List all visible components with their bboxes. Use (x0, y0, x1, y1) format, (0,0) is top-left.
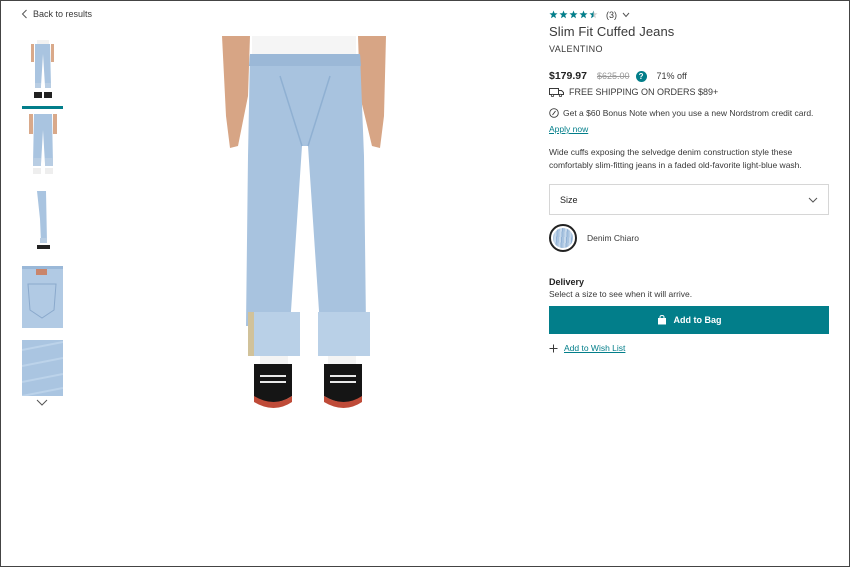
size-dropdown[interactable]: Size (549, 184, 829, 215)
rating-count: (3) (606, 9, 617, 20)
size-label: Size (560, 194, 578, 205)
product-brand[interactable]: VALENTINO (549, 44, 829, 54)
add-to-bag-button[interactable]: Add to Bag (549, 306, 829, 334)
credit-offer-text: Get a $60 Bonus Note when you use a new … (563, 108, 814, 118)
chevron-left-icon (21, 9, 27, 19)
product-title: Slim Fit Cuffed Jeans (549, 24, 675, 39)
jeans-front-thumbnail (31, 40, 54, 98)
truck-icon (549, 88, 564, 97)
color-swatch-denim[interactable] (549, 224, 577, 252)
shipping-row: FREE SHIPPING ON ORDERS $89+ (549, 86, 829, 98)
main-product-image (222, 36, 386, 408)
nordstrom-card-icon (549, 108, 559, 118)
back-label: Back to results (33, 9, 93, 19)
help-icon[interactable]: ? (635, 70, 647, 82)
shopping-bag-icon (657, 315, 666, 325)
product-description: Wide cuffs exposing the selvedge denim c… (549, 147, 802, 170)
apply-now-link[interactable]: Apply now (549, 124, 588, 134)
denim-fabric-thumbnail (22, 340, 63, 396)
denim-swatch-icon (553, 228, 573, 248)
rating-row[interactable]: (3) (549, 8, 829, 21)
delivery-heading: Delivery (549, 277, 585, 287)
star-full-icon (559, 10, 568, 19)
star-full-icon (579, 10, 588, 19)
jeans-back-pocket-thumbnail (22, 266, 63, 328)
star-full-icon (549, 10, 558, 19)
delivery-subtext: Select a size to see when it will arrive… (549, 289, 693, 299)
product-details-panel: (3) Slim Fit Cuffed Jeans VALENTINO $179… (549, 8, 829, 353)
color-name: Denim Chiaro (587, 233, 639, 243)
star-full-icon (569, 10, 578, 19)
thumbnail-fabric[interactable] (22, 340, 63, 396)
chevron-down-icon (808, 197, 818, 203)
credit-offer-row: Get a $60 Bonus Note when you use a new … (549, 107, 829, 119)
add-to-wish-list-button[interactable]: Add to Wish List (549, 343, 829, 353)
star-half-icon (589, 10, 598, 19)
discount-label: 71% off (656, 71, 687, 81)
thumbnail-front[interactable] (22, 40, 63, 109)
thumbnail-side[interactable] (22, 189, 63, 253)
jeans-side-thumbnail (37, 191, 50, 249)
sale-price: $179.97 (549, 70, 587, 82)
wish-list-label: Add to Wish List (564, 343, 626, 353)
star-rating (549, 10, 598, 19)
shipping-text: FREE SHIPPING ON ORDERS $89+ (569, 87, 719, 97)
thumbnail-back-pocket[interactable] (22, 266, 63, 328)
price-row: $179.97 $625.00 ? 71% off (549, 69, 829, 83)
plus-icon (549, 344, 558, 352)
add-to-bag-label: Add to Bag (673, 315, 722, 325)
jeans-front-closeup-thumbnail (29, 114, 57, 174)
thumbnail-front-closeup[interactable] (22, 114, 63, 178)
chevron-down-icon[interactable] (35, 398, 49, 408)
back-to-results-link[interactable]: Back to results (21, 9, 92, 19)
chevron-down-icon (622, 12, 630, 17)
original-price: $625.00 (596, 71, 630, 81)
color-swatch-row: Denim Chiaro (549, 223, 829, 253)
